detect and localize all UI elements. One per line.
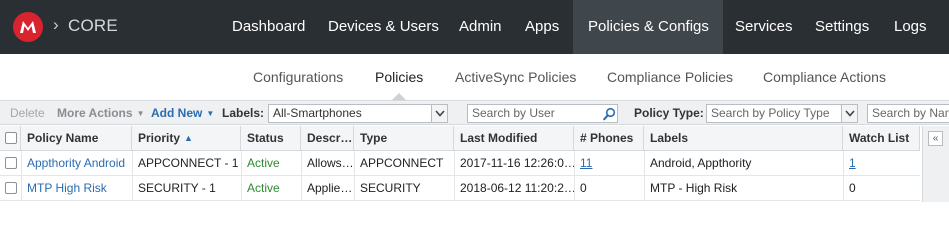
column-header-policy-name[interactable]: Policy Name — [21, 126, 132, 151]
chevron-down-icon[interactable] — [431, 105, 447, 122]
type-cell: SECURITY — [360, 181, 421, 195]
policy-name-link[interactable]: MTP High Risk — [21, 176, 132, 201]
labels-cell: Android, Appthority — [650, 156, 752, 170]
breadcrumb-chevron-icon: › — [53, 15, 59, 34]
delete-button[interactable]: Delete — [10, 106, 45, 120]
more-actions-label: More Actions — [57, 106, 133, 120]
mobileiron-logo-icon[interactable] — [13, 12, 43, 42]
topnav-apps[interactable]: Apps — [525, 0, 559, 54]
table-row[interactable]: MTP High Risk SECURITY - 1 Active Applie… — [0, 176, 920, 201]
phones-count-cell: 0 — [580, 181, 587, 195]
priority-cell: APPCONNECT - 1 — [138, 156, 239, 170]
topnav-dashboard[interactable]: Dashboard — [232, 0, 305, 54]
column-header-last-modified[interactable]: Last Modified — [454, 126, 574, 151]
chevron-down-icon: ▼ — [136, 109, 145, 118]
topnav-logs[interactable]: Logs — [894, 0, 927, 54]
table-row[interactable]: Appthority Android APPCONNECT - 1 Active… — [0, 151, 920, 176]
column-header-description[interactable]: Descr… — [301, 126, 354, 151]
search-user-placeholder: Search by User — [472, 106, 555, 120]
details-side-panel: « — [922, 126, 949, 202]
priority-header-label: Priority — [138, 131, 181, 145]
column-header-labels[interactable]: Labels — [644, 126, 843, 151]
grid-toolbar: Delete More Actions ▼ Add New ▼ Labels: Al… — [0, 100, 949, 125]
chevron-down-icon[interactable] — [841, 105, 857, 122]
select-all-checkbox[interactable] — [5, 132, 17, 144]
policy-type-select[interactable]: Search by Policy Type — [706, 104, 858, 123]
column-header-phones[interactable]: # Phones — [574, 126, 644, 151]
type-cell: APPCONNECT — [360, 156, 444, 170]
search-name-placeholder: Search by Nam — [872, 106, 949, 120]
policy-name-link[interactable]: Appthority Android — [21, 151, 132, 176]
topnav-settings[interactable]: Settings — [815, 0, 869, 54]
top-navigation-bar: › CORE Dashboard Devices & Users Admin A… — [0, 0, 949, 54]
row-checkbox[interactable] — [5, 157, 17, 169]
status-cell: Active — [247, 181, 280, 195]
policy-type-select-value: Search by Policy Type — [711, 106, 830, 120]
last-modified-cell: 2018-06-12 11:20:2… — [460, 181, 574, 195]
search-user-button[interactable] — [601, 104, 618, 123]
add-new-label: Add New — [151, 106, 203, 120]
description-cell: Applie… — [307, 181, 353, 195]
topnav-services[interactable]: Services — [735, 0, 793, 54]
last-modified-cell: 2017-11-16 12:26:0… — [460, 156, 574, 170]
status-cell: Active — [247, 156, 280, 170]
tab-activesync-policies[interactable]: ActiveSync Policies — [455, 68, 576, 86]
grid-header: Policy Name Priority ▲ Status Descr… Type… — [0, 126, 920, 151]
row-checkbox[interactable] — [5, 182, 17, 194]
phones-count-link[interactable]: 11 — [574, 151, 644, 176]
policy-type-label: Policy Type: — [634, 106, 704, 120]
active-tab-indicator — [392, 93, 406, 100]
column-header-priority[interactable]: Priority ▲ — [132, 126, 241, 151]
tab-configurations[interactable]: Configurations — [253, 68, 343, 86]
add-new-button[interactable]: Add New ▼ — [151, 106, 214, 121]
chevron-down-icon: ▼ — [206, 109, 215, 118]
search-icon — [603, 107, 616, 121]
topnav-policies-configs[interactable]: Policies & Configs — [573, 0, 723, 54]
select-all-cell — [0, 126, 21, 151]
expand-panel-icon[interactable]: « — [928, 131, 943, 146]
column-header-status[interactable]: Status — [241, 126, 301, 151]
priority-cell: SECURITY - 1 — [138, 181, 216, 195]
column-header-type[interactable]: Type — [354, 126, 454, 151]
labels-cell: MTP - High Risk — [650, 181, 738, 195]
column-header-watch-list[interactable]: Watch List — [843, 126, 920, 151]
sort-ascending-icon: ▲ — [184, 133, 193, 143]
topnav-admin[interactable]: Admin — [459, 0, 502, 54]
labels-label: Labels: — [222, 106, 265, 120]
labels-select[interactable]: All-Smartphones — [268, 104, 448, 123]
search-user-input[interactable]: Search by User — [467, 104, 602, 123]
topnav-devices-users[interactable]: Devices & Users — [328, 0, 439, 54]
tab-compliance-policies[interactable]: Compliance Policies — [607, 68, 733, 86]
more-actions-button[interactable]: More Actions ▼ — [57, 106, 144, 121]
tab-policies[interactable]: Policies — [375, 68, 423, 86]
description-cell: Allows… — [307, 156, 354, 170]
watch-list-link[interactable]: 1 — [843, 151, 920, 176]
tab-compliance-actions[interactable]: Compliance Actions — [763, 68, 886, 86]
watch-list-cell: 0 — [849, 181, 856, 195]
search-name-input[interactable]: Search by Nam — [867, 104, 949, 123]
app-name[interactable]: CORE — [68, 16, 118, 36]
labels-select-value: All-Smartphones — [273, 106, 362, 120]
